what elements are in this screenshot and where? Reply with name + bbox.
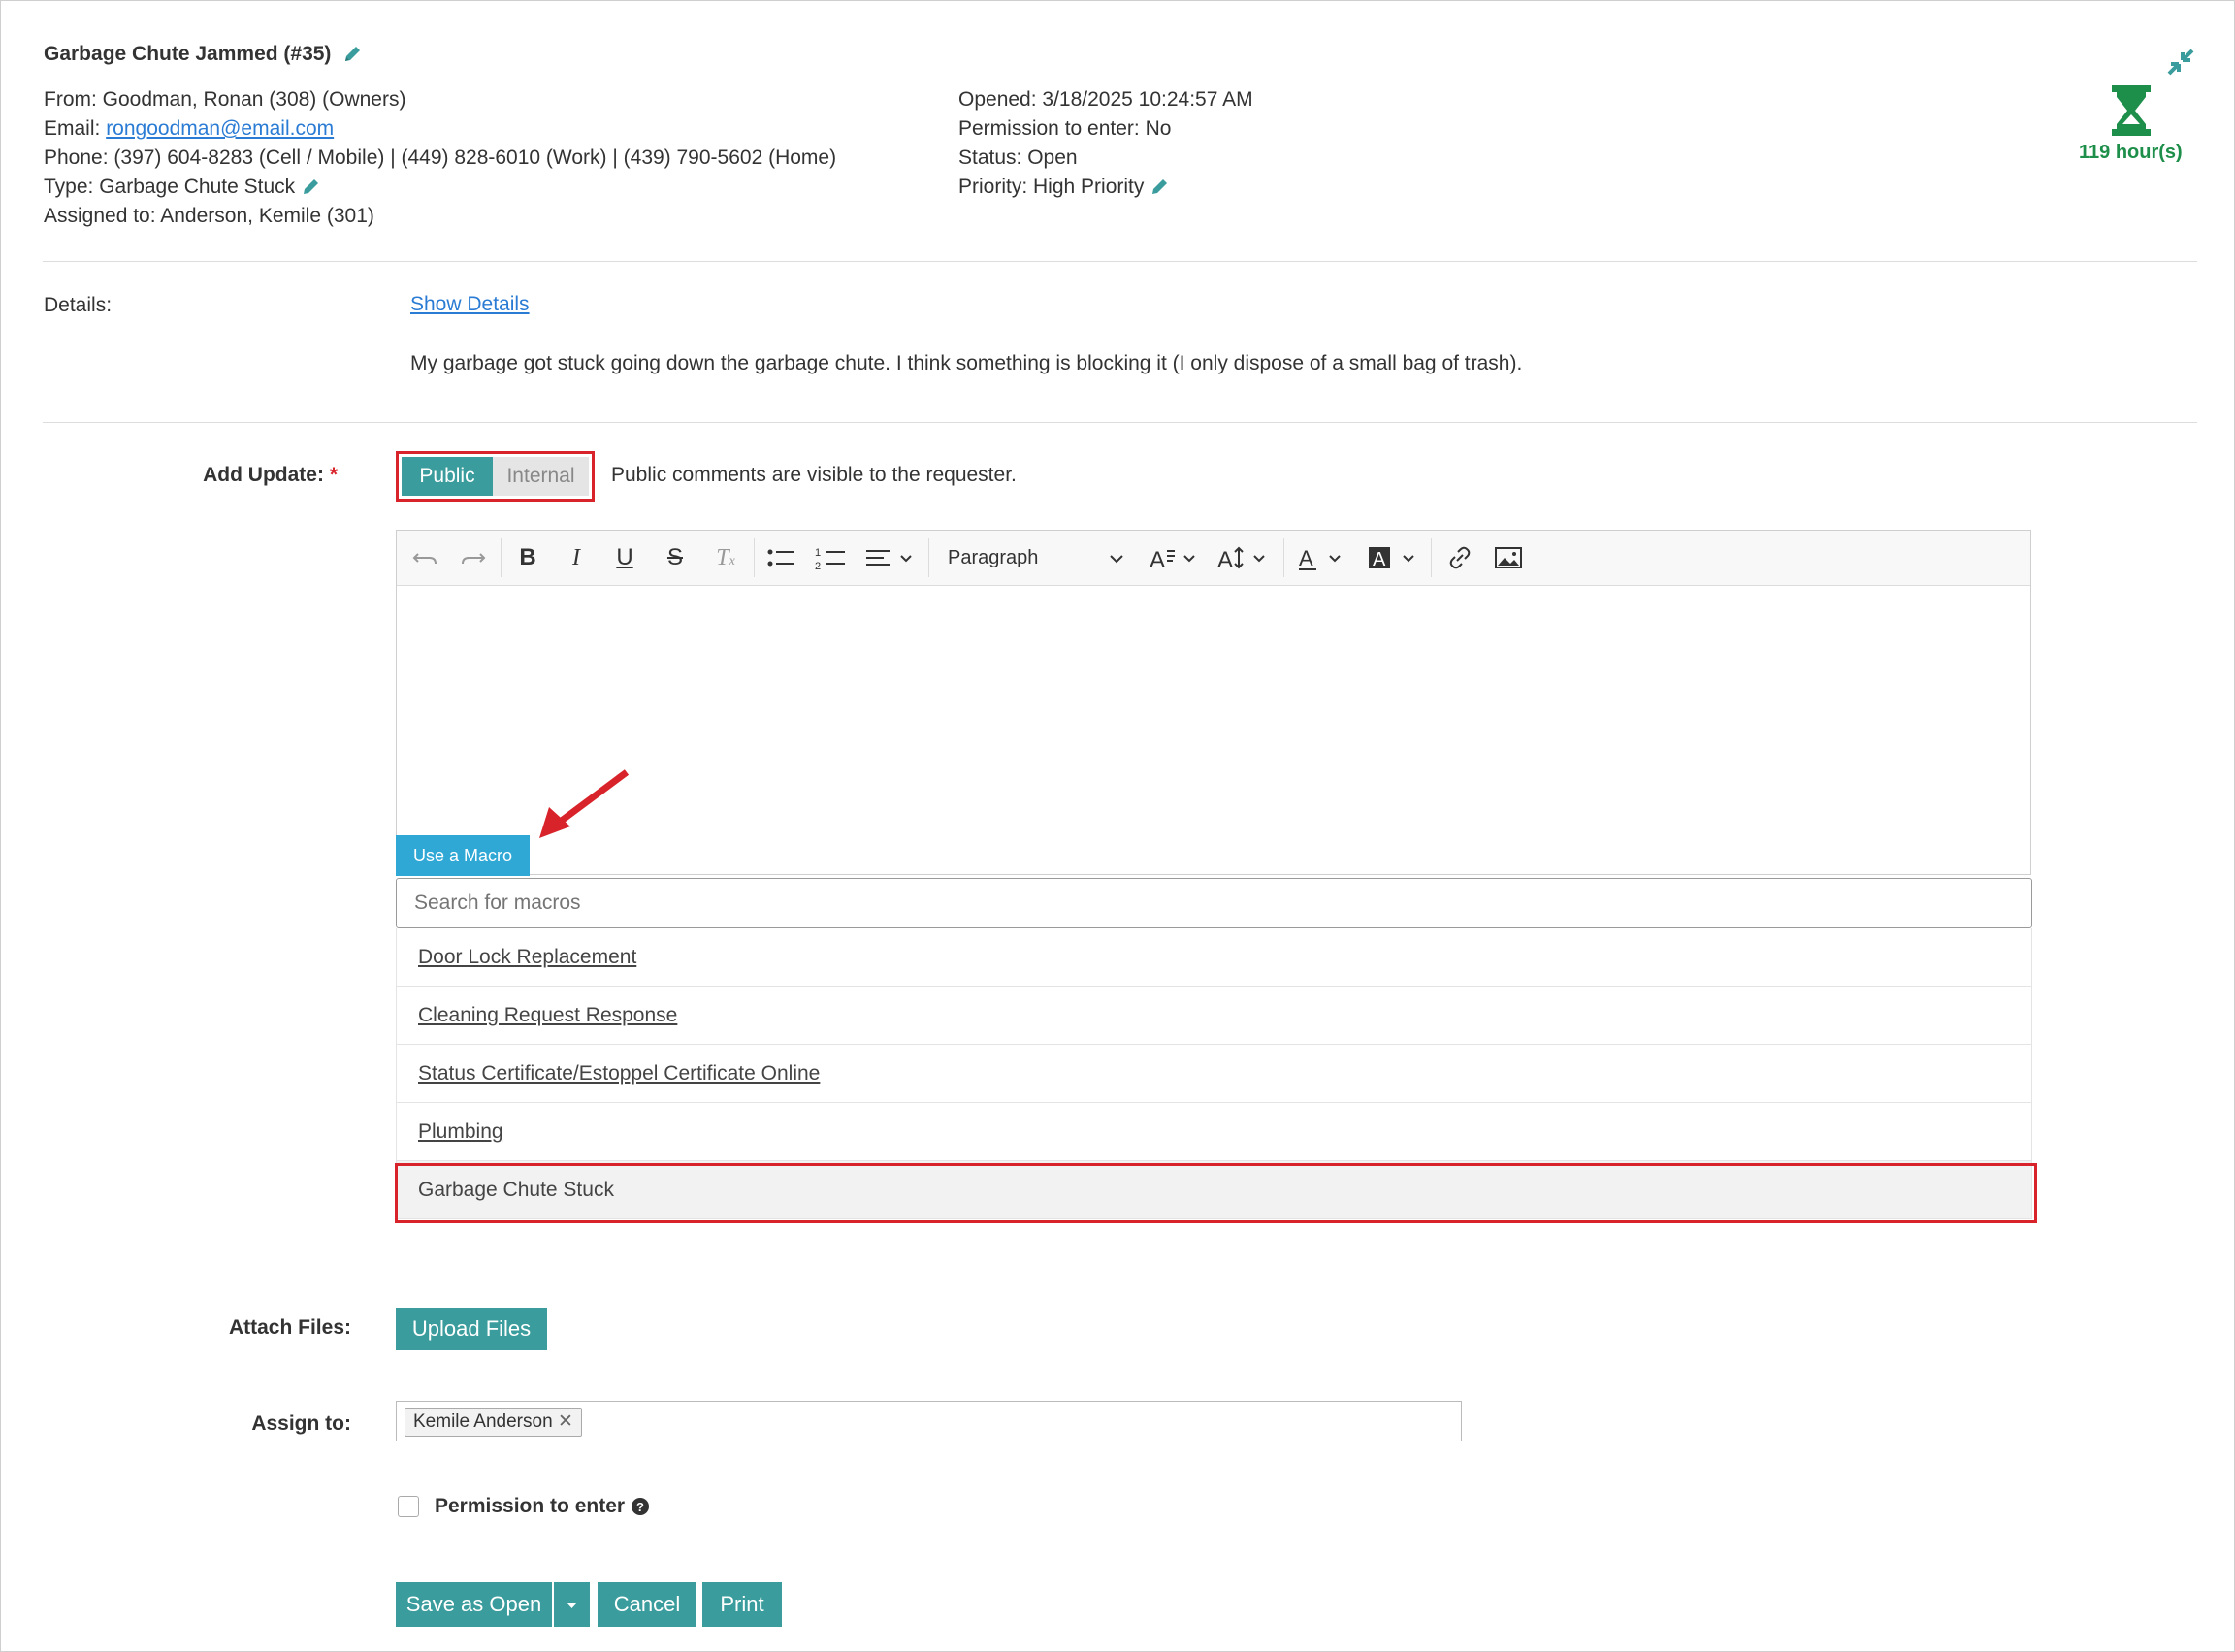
- bold-icon[interactable]: B: [513, 542, 542, 573]
- highlight-color-icon[interactable]: A: [1367, 542, 1425, 573]
- svg-text:1: 1: [815, 547, 821, 559]
- assign-to-input[interactable]: Kemile Anderson ✕: [396, 1401, 1462, 1441]
- opened-line: Opened: 3/18/2025 10:24:57 AM: [958, 88, 1253, 111]
- email-link[interactable]: rongoodman@email.com: [106, 117, 334, 140]
- add-update-label: Add Update: *: [203, 464, 338, 486]
- redo-icon[interactable]: [459, 542, 488, 573]
- divider: [43, 261, 2197, 262]
- annotation-arrow-icon: [539, 769, 630, 838]
- chevron-down-icon[interactable]: [1105, 542, 1128, 573]
- edit-type-icon[interactable]: [301, 178, 320, 197]
- attach-files-label: Attach Files:: [228, 1316, 351, 1339]
- save-as-open-button[interactable]: Save as Open: [396, 1582, 552, 1627]
- svg-text:A: A: [1373, 549, 1386, 570]
- ticket-title: Garbage Chute Jammed (#35): [44, 43, 362, 66]
- assignee-chip: Kemile Anderson ✕: [405, 1408, 582, 1437]
- help-icon[interactable]: ?: [631, 1497, 650, 1516]
- macro-search-input[interactable]: [396, 878, 2032, 928]
- macro-item[interactable]: Cleaning Request Response: [396, 987, 2032, 1045]
- font-size-icon[interactable]: A: [1215, 542, 1274, 573]
- align-icon[interactable]: [864, 542, 917, 573]
- from-line: From: Goodman, Ronan (308) (Owners): [44, 88, 406, 111]
- macro-item[interactable]: Door Lock Replacement: [396, 928, 2032, 987]
- save-options-dropdown[interactable]: [554, 1582, 590, 1627]
- upload-files-button[interactable]: Upload Files: [396, 1308, 547, 1350]
- type-line: Type: Garbage Chute Stuck: [44, 173, 836, 202]
- editor-toolbar: B I U S Tx 12 Paragraph A A A A: [397, 531, 2030, 586]
- text-color-icon[interactable]: A: [1297, 542, 1351, 573]
- svg-text:A: A: [1217, 547, 1233, 573]
- underline-icon[interactable]: U: [610, 542, 639, 573]
- ticket-info-right: Opened: 3/18/2025 10:24:57 AM Permission…: [958, 85, 1253, 202]
- caret-down-icon: [567, 1603, 577, 1608]
- svg-text:A: A: [1150, 547, 1165, 573]
- macro-item[interactable]: Status Certificate/Estoppel Certificate …: [396, 1045, 2032, 1103]
- status-line: Status: Open: [958, 146, 1078, 169]
- priority-line: Priority: High Priority: [958, 173, 1253, 202]
- strikethrough-icon[interactable]: S: [661, 542, 690, 573]
- image-icon[interactable]: [1493, 542, 1524, 573]
- bullet-list-icon[interactable]: [765, 542, 796, 573]
- email-line: Email: rongoodman@email.com: [44, 117, 335, 140]
- edit-title-icon[interactable]: [342, 45, 362, 64]
- internal-toggle[interactable]: Internal: [493, 457, 589, 496]
- details-label: Details:: [44, 294, 113, 316]
- link-icon[interactable]: [1444, 542, 1475, 573]
- clear-format-icon[interactable]: Tx: [709, 542, 742, 573]
- numbered-list-icon[interactable]: 12: [814, 542, 847, 573]
- hourglass-icon: [2112, 85, 2151, 136]
- cancel-button[interactable]: Cancel: [598, 1582, 696, 1627]
- print-button[interactable]: Print: [702, 1582, 782, 1627]
- assign-to-label: Assign to:: [251, 1412, 351, 1435]
- svg-text:?: ?: [636, 1500, 644, 1514]
- collapse-icon[interactable]: [2165, 47, 2196, 78]
- phone-line: Phone: (397) 604-8283 (Cell / Mobile) | …: [44, 146, 837, 169]
- remove-assignee-icon[interactable]: ✕: [558, 1411, 573, 1432]
- font-family-icon[interactable]: A: [1148, 542, 1202, 573]
- undo-icon[interactable]: [410, 542, 439, 573]
- macro-item[interactable]: Plumbing: [396, 1103, 2032, 1161]
- divider: [43, 422, 2197, 423]
- visibility-hint: Public comments are visible to the reque…: [611, 464, 1017, 486]
- assigned-line: Assigned to: Anderson, Kemile (301): [44, 205, 374, 227]
- rich-text-editor[interactable]: B I U S Tx 12 Paragraph A A A A: [396, 530, 2031, 875]
- edit-priority-icon[interactable]: [1150, 178, 1169, 197]
- permission-line: Permission to enter: No: [958, 117, 1172, 140]
- selected-macro-highlight: [395, 1163, 2037, 1223]
- ticket-info-left: From: Goodman, Ronan (308) (Owners) Emai…: [44, 85, 836, 231]
- show-details-link[interactable]: Show Details: [410, 293, 530, 316]
- italic-icon[interactable]: I: [562, 542, 591, 573]
- use-macro-button[interactable]: Use a Macro: [396, 835, 530, 876]
- svg-text:2: 2: [815, 561, 821, 572]
- svg-text:A: A: [1299, 546, 1313, 570]
- visibility-toggle-highlight: Public Internal: [396, 451, 595, 502]
- permission-checkbox[interactable]: [398, 1496, 419, 1517]
- details-text: My garbage got stuck going down the garb…: [410, 352, 1523, 374]
- public-toggle[interactable]: Public: [402, 457, 493, 496]
- timer-label: 119 hour(s): [2079, 142, 2183, 163]
- permission-label: Permission to enter ?: [435, 1495, 650, 1518]
